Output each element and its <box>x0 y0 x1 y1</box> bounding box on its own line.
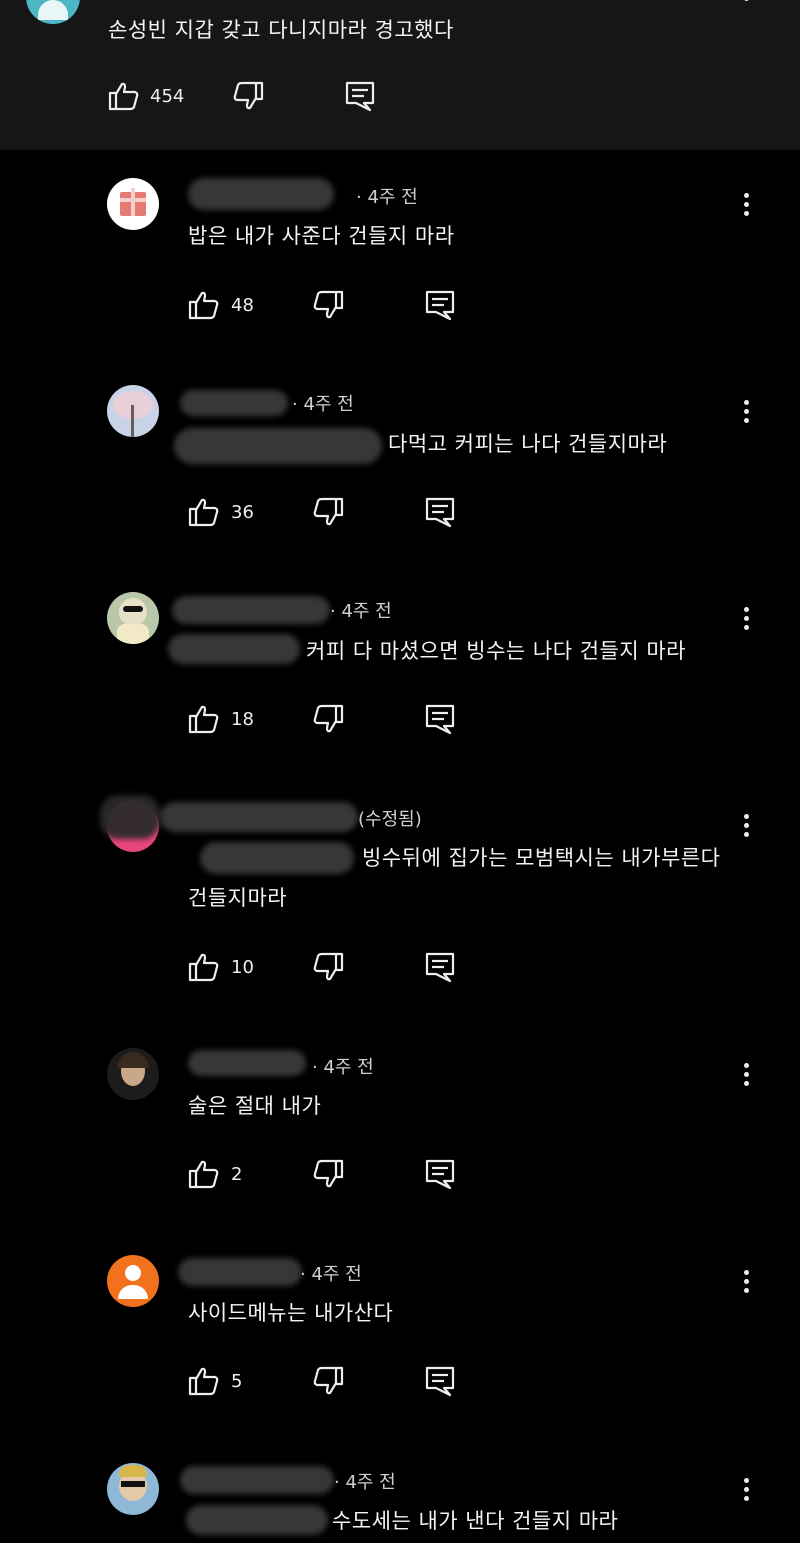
comment-text: 빙수뒤에 집가는 모범택시는 내가부른다 <box>362 846 721 870</box>
more-options-icon[interactable] <box>744 1270 750 1297</box>
comment-text: 커피 다 마셨으면 빙수는 나다 건들지 마라 <box>306 639 686 663</box>
more-options-icon[interactable] <box>744 193 750 220</box>
thumbs-down-icon[interactable] <box>312 951 344 983</box>
comment-meta: · 4주 전 <box>292 394 354 415</box>
thumbs-up-icon[interactable] <box>188 496 220 528</box>
redacted-mention <box>168 634 300 664</box>
thumbs-down-icon[interactable] <box>312 703 344 735</box>
comment-text: 사이드메뉴는 내가산다 <box>188 1301 394 1325</box>
more-options-icon[interactable] <box>744 1478 750 1505</box>
reply-comment-icon[interactable] <box>424 703 456 735</box>
redacted-username <box>180 390 288 416</box>
thumbs-down-icon[interactable] <box>312 1158 344 1190</box>
thumbs-up-icon[interactable] <box>188 1365 220 1397</box>
comment-meta: · 4주 전 <box>334 1472 396 1493</box>
avatar[interactable] <box>26 0 80 24</box>
redacted-mention <box>174 428 382 464</box>
reply-comment-icon[interactable] <box>424 951 456 983</box>
more-options-icon[interactable] <box>744 607 750 634</box>
redacted-username <box>188 178 334 210</box>
comment-text: 밥은 내가 사준다 건들지 마라 <box>188 224 455 248</box>
redacted-mention <box>186 1505 328 1535</box>
reply-comment-icon[interactable] <box>424 1365 456 1397</box>
more-options-icon[interactable] <box>744 1063 750 1090</box>
avatar[interactable] <box>107 1048 159 1100</box>
redacted-username <box>178 1258 302 1286</box>
comment-meta: · 4주 전 <box>330 601 392 622</box>
thumbs-up-icon[interactable] <box>188 951 220 983</box>
thumbs-down-icon[interactable] <box>312 289 344 321</box>
thumbs-up-icon[interactable] <box>188 703 220 735</box>
reply-comment-icon[interactable] <box>344 80 376 112</box>
comment-meta: · 4주 전 <box>356 187 418 208</box>
like-count: 5 <box>231 1371 243 1392</box>
comment-meta: (수정됨) <box>358 809 422 830</box>
comment-text-continued: 건들지마라 <box>188 886 288 910</box>
comment-meta: · 4주 전 <box>312 1057 374 1078</box>
comment-meta: · 4주 전 <box>300 1264 362 1285</box>
more-options-icon[interactable] <box>744 400 750 427</box>
thumbs-down-icon[interactable] <box>232 80 264 112</box>
thumbs-down-icon[interactable] <box>312 1365 344 1397</box>
redacted-mention <box>200 842 354 874</box>
thumbs-up-icon[interactable] <box>108 80 140 112</box>
thumbs-up-icon[interactable] <box>188 1158 220 1190</box>
comment-text: 수도세는 내가 낸다 건들지 마라 <box>332 1509 619 1533</box>
comment-text: 술은 절대 내가 <box>188 1094 322 1118</box>
avatar[interactable] <box>107 1463 159 1515</box>
like-count: 2 <box>231 1164 243 1185</box>
redacted-username <box>180 1466 334 1494</box>
avatar[interactable] <box>107 1255 159 1307</box>
thumbs-down-icon[interactable] <box>312 496 344 528</box>
reply-comment-icon[interactable] <box>424 1158 456 1190</box>
like-count: 10 <box>231 957 254 978</box>
redacted-username <box>100 795 160 839</box>
redacted-username <box>188 1050 306 1076</box>
like-count: 36 <box>231 502 254 523</box>
avatar[interactable] <box>107 178 159 230</box>
redacted-username <box>172 596 330 624</box>
thumbs-up-icon[interactable] <box>188 289 220 321</box>
more-options-icon[interactable] <box>744 814 750 841</box>
avatar[interactable] <box>107 592 159 644</box>
avatar[interactable] <box>107 385 159 437</box>
like-count: 48 <box>231 295 254 316</box>
like-count: 454 <box>150 86 185 107</box>
reply-comment-icon[interactable] <box>424 289 456 321</box>
comment-text: 손성빈 지갑 갖고 다니지마라 경고했다 <box>108 18 454 42</box>
reply-comment-icon[interactable] <box>424 496 456 528</box>
comment-text: 다먹고 커피는 나다 건들지마라 <box>388 432 668 456</box>
more-options-icon[interactable] <box>744 0 750 5</box>
like-count: 18 <box>231 709 254 730</box>
parent-comment: 손성빈 지갑 갖고 다니지마라 경고했다 454 <box>0 0 800 150</box>
redacted-username <box>160 802 358 832</box>
